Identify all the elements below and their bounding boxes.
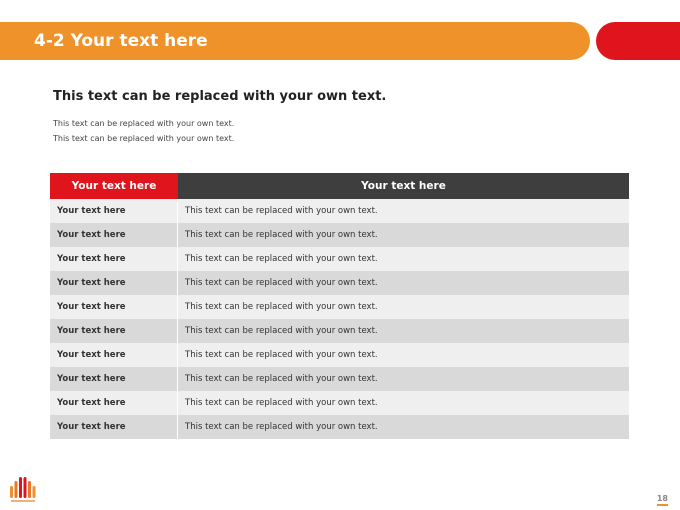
slide-title: 4-2 Your text here	[34, 31, 208, 51]
table-row: Your text here This text can be replaced…	[50, 319, 629, 343]
table-row: Your text here This text can be replaced…	[50, 247, 629, 271]
table-row: Your text here This text can be replaced…	[50, 391, 629, 415]
description-line: This text can be replaced with your own …	[53, 119, 235, 128]
table-cell-label: Your text here	[50, 247, 178, 271]
table-cell-text: This text can be replaced with your own …	[185, 230, 378, 240]
table-cell-text: This text can be replaced with your own …	[185, 374, 378, 384]
table-header-row: Your text here Your text here	[50, 173, 629, 199]
table-row: Your text here This text can be replaced…	[50, 223, 629, 247]
table-cell-label: Your text here	[50, 391, 178, 415]
table-cell-text: This text can be replaced with your own …	[185, 278, 378, 288]
section-subtitle: This text can be replaced with your own …	[53, 89, 387, 104]
table-cell-text: This text can be replaced with your own …	[185, 254, 378, 264]
table-row: Your text here This text can be replaced…	[50, 271, 629, 295]
data-table: Your text here Your text here Your text …	[50, 173, 629, 439]
table-cell-label: Your text here	[50, 415, 178, 439]
page-number: 18	[656, 494, 668, 506]
table-cell-label: Your text here	[50, 199, 178, 223]
table-cell-text: This text can be replaced with your own …	[185, 350, 378, 360]
table-row: Your text here This text can be replaced…	[50, 199, 629, 223]
title-bar: 4-2 Your text here	[0, 22, 590, 60]
table-cell-text: This text can be replaced with your own …	[185, 422, 378, 432]
table-cell-label: Your text here	[50, 367, 178, 391]
table-row: Your text here This text can be replaced…	[50, 367, 629, 391]
table-header-cell: Your text here	[178, 173, 629, 199]
table-cell-label: Your text here	[50, 295, 178, 319]
table-row: Your text here This text can be replaced…	[50, 343, 629, 367]
table-header-cell: Your text here	[50, 173, 178, 199]
decorative-red-bar	[596, 22, 680, 60]
logo-icon	[8, 474, 38, 504]
table-cell-text: This text can be replaced with your own …	[185, 326, 378, 336]
description-line: This text can be replaced with your own …	[53, 134, 235, 143]
table-cell-label: Your text here	[50, 319, 178, 343]
table-row: Your text here This text can be replaced…	[50, 415, 629, 439]
table-cell-text: This text can be replaced with your own …	[185, 302, 378, 312]
table-row: Your text here This text can be replaced…	[50, 295, 629, 319]
table-cell-label: Your text here	[50, 343, 178, 367]
table-cell-text: This text can be replaced with your own …	[185, 206, 378, 216]
table-cell-label: Your text here	[50, 271, 178, 295]
table-cell-text: This text can be replaced with your own …	[185, 398, 378, 408]
table-cell-label: Your text here	[50, 223, 178, 247]
